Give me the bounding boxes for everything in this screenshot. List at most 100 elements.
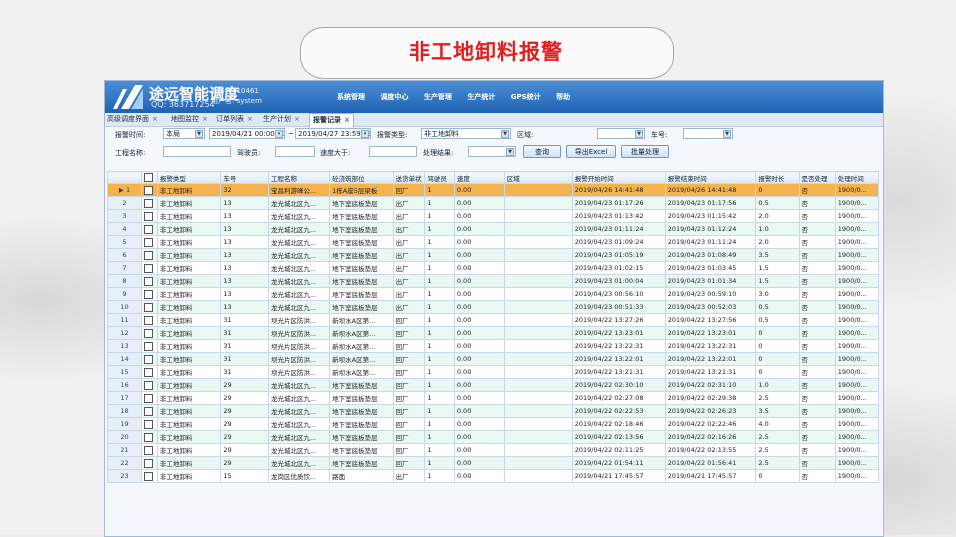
checkbox-icon[interactable]	[144, 458, 153, 468]
checkbox-icon[interactable]	[144, 302, 153, 312]
table-row[interactable]: 22 非工地卸料 29 龙光城北区九... 地下室底板垫层 回厂 1 0.00 2019/04/…	[107, 456, 880, 470]
close-icon[interactable]: ×	[152, 115, 158, 123]
checkbox-icon[interactable]	[144, 341, 153, 351]
table-row[interactable]: 11 非工地卸料 31 坝光片区防洪... 新坝水A区第... 回厂 1 0.00 2019/0…	[107, 313, 880, 327]
tab-map-monitor[interactable]: 地图监控 ×	[171, 113, 208, 126]
column-header[interactable]: 是否处理	[798, 171, 836, 184]
checkbox-icon[interactable]	[144, 185, 153, 195]
checkbox-icon[interactable]	[144, 380, 153, 390]
row-checkbox-cell[interactable]	[141, 300, 158, 314]
checkbox-icon[interactable]	[144, 289, 153, 299]
column-header[interactable]: 区域	[503, 171, 573, 184]
table-row[interactable]: 23 非工地卸料 15 龙岗区优质饮... 路面 出厂 1 0.00 2019/04/21 17…	[107, 469, 880, 483]
row-checkbox-cell[interactable]	[141, 469, 158, 483]
row-checkbox-cell[interactable]	[141, 417, 158, 431]
region-select[interactable]: ▼	[597, 128, 645, 139]
table-row[interactable]: 21 非工地卸料 29 龙光城北区九... 地下室底板垫层 回厂 1 0.00 2019/04/…	[107, 443, 880, 457]
table-row[interactable]: ▶ 1 非工地卸料 32 宝昌利游峰公... 1栋A座5层梁板 回厂 1 0.00 2019/0…	[107, 183, 880, 197]
table-row[interactable]: 4 非工地卸料 13 龙光城北区九... 地下室底板垫层 出厂 1 0.00 2019/04/2…	[107, 222, 880, 236]
table-row[interactable]: 9 非工地卸料 13 龙光城北区九... 地下室底板垫层 出厂 1 0.00 2019/04/2…	[107, 287, 880, 301]
row-checkbox-cell[interactable]	[141, 196, 158, 210]
menu-production[interactable]: 生产管理	[424, 93, 452, 101]
checkbox-icon[interactable]	[144, 445, 153, 455]
column-header[interactable]: 速度	[453, 171, 505, 184]
row-checkbox-cell[interactable]	[141, 443, 158, 457]
column-header[interactable]: 工程名称	[267, 171, 331, 184]
table-row[interactable]: 15 非工地卸料 31 坝光片区防洪... 新坝水A区第... 回厂 1 0.00 2019/0…	[107, 365, 880, 379]
vehicle-select[interactable]: ▼	[683, 128, 733, 139]
close-icon[interactable]: ×	[344, 116, 350, 124]
select-all-checkbox[interactable]	[141, 171, 158, 184]
table-row[interactable]: 2 非工地卸料 13 龙光城北区九... 地下室底板垫层 出厂 1 0.00 2019/04/2…	[107, 196, 880, 210]
column-header[interactable]: 驾驶员	[424, 171, 455, 184]
tab-production-plan[interactable]: 生产计划 ×	[263, 113, 300, 126]
row-checkbox-cell[interactable]	[141, 391, 158, 405]
scope-select[interactable]: 本局 ▼	[163, 128, 205, 139]
row-checkbox-cell[interactable]	[141, 209, 158, 223]
column-header[interactable]: 报警结束时间	[664, 171, 757, 184]
tab-alarm-records[interactable]: 报警记录 ×	[309, 113, 354, 127]
menu-help[interactable]: 帮助	[556, 93, 570, 101]
row-checkbox-cell[interactable]	[141, 248, 158, 262]
batch-process-button[interactable]: 批量处理	[621, 145, 669, 158]
export-excel-button[interactable]: 导出Excel	[566, 145, 616, 158]
checkbox-icon[interactable]	[144, 211, 153, 221]
checkbox-icon[interactable]	[144, 354, 153, 364]
table-row[interactable]: 5 非工地卸料 13 龙光城北区九... 地下室底板垫层 出厂 1 0.00 2019/04/2…	[107, 235, 880, 249]
checkbox-icon[interactable]	[144, 432, 153, 442]
menu-dispatch[interactable]: 调度中心	[380, 93, 408, 101]
table-row[interactable]: 6 非工地卸料 13 龙光城北区九... 地下室底板垫层 出厂 1 0.00 2019/04/2…	[107, 248, 880, 262]
menu-gps-stats[interactable]: GPS统计	[511, 93, 541, 101]
table-row[interactable]: 16 非工地卸料 29 龙光城北区九... 地下室底板垫层 回厂 1 0.00 2019/04/…	[107, 378, 880, 392]
row-checkbox-cell[interactable]	[141, 456, 158, 470]
speed-input[interactable]	[369, 146, 417, 157]
row-checkbox-cell[interactable]	[141, 378, 158, 392]
row-checkbox-cell[interactable]	[141, 235, 158, 249]
table-row[interactable]: 8 非工地卸料 13 龙光城北区九... 地下室底板垫层 出厂 1 0.00 2019/04/2…	[107, 274, 880, 288]
checkbox-icon[interactable]	[144, 173, 153, 182]
start-time-input[interactable]: 2019/04/21 00:00:00 ▾	[209, 128, 285, 139]
column-header[interactable]: 送货单状	[392, 171, 426, 184]
table-row[interactable]: 17 非工地卸料 29 龙光城北区九... 地下室底板垫层 回厂 1 0.00 2019/04/…	[107, 391, 880, 405]
checkbox-icon[interactable]	[144, 198, 153, 208]
table-row[interactable]: 20 非工地卸料 29 龙光城北区九... 地下室底板垫层 回厂 1 0.00 2019/04/…	[107, 430, 880, 444]
row-checkbox-cell[interactable]	[141, 339, 158, 353]
checkbox-icon[interactable]	[144, 237, 153, 247]
close-icon[interactable]: ×	[247, 115, 253, 123]
end-time-input[interactable]: 2019/04/27 23:59:59 ▾	[295, 128, 371, 139]
checkbox-icon[interactable]	[144, 419, 153, 429]
column-header[interactable]: 报警开始时间	[571, 171, 666, 184]
table-row[interactable]: 14 非工地卸料 31 坝光片区防洪... 新坝水A区第... 回厂 1 0.00 2019/0…	[107, 352, 880, 366]
close-icon[interactable]: ×	[294, 115, 300, 123]
checkbox-icon[interactable]	[144, 393, 153, 403]
checkbox-icon[interactable]	[144, 315, 153, 325]
column-header[interactable]: 报警时长	[755, 171, 800, 184]
column-header[interactable]: 报警类型	[156, 171, 222, 184]
close-icon[interactable]: ×	[202, 115, 208, 123]
row-checkbox-cell[interactable]	[141, 365, 158, 379]
table-row[interactable]: 13 非工地卸料 31 坝光片区防洪... 新坝水A区第... 回厂 1 0.00 2019/0…	[107, 339, 880, 353]
menu-system[interactable]: 系统管理	[337, 93, 365, 101]
row-checkbox-cell[interactable]	[141, 352, 158, 366]
checkbox-icon[interactable]	[144, 250, 153, 260]
query-button[interactable]: 查询	[523, 145, 561, 158]
column-header[interactable]: 砼浇筑部位	[329, 171, 394, 184]
column-header[interactable]: 车号	[220, 171, 269, 184]
alarm-type-select[interactable]: 非工地卸料 ▼	[421, 128, 511, 139]
table-row[interactable]: 18 非工地卸料 29 龙光城北区九... 地下室底板垫层 回厂 1 0.00 2019/04/…	[107, 404, 880, 418]
checkbox-icon[interactable]	[144, 224, 153, 234]
menu-stats[interactable]: 生产统计	[467, 93, 495, 101]
row-checkbox-cell[interactable]	[141, 183, 158, 197]
result-select[interactable]: ▼	[468, 146, 516, 157]
row-checkbox-cell[interactable]	[141, 261, 158, 275]
table-row[interactable]: 12 非工地卸料 31 坝光片区防洪... 新坝水A区第... 回厂 1 0.00 2019/0…	[107, 326, 880, 340]
checkbox-icon[interactable]	[144, 276, 153, 286]
table-row[interactable]: 7 非工地卸料 13 龙光城北区九... 地下室底板垫层 出厂 1 0.00 2019/04/2…	[107, 261, 880, 275]
project-name-input[interactable]	[163, 146, 231, 157]
checkbox-icon[interactable]	[144, 367, 153, 377]
checkbox-icon[interactable]	[144, 263, 153, 273]
driver-input[interactable]	[275, 146, 315, 157]
checkbox-icon[interactable]	[144, 328, 153, 338]
tab-advanced-dispatch[interactable]: 高级调度界面 ×	[107, 113, 158, 126]
row-checkbox-cell[interactable]	[141, 326, 158, 340]
